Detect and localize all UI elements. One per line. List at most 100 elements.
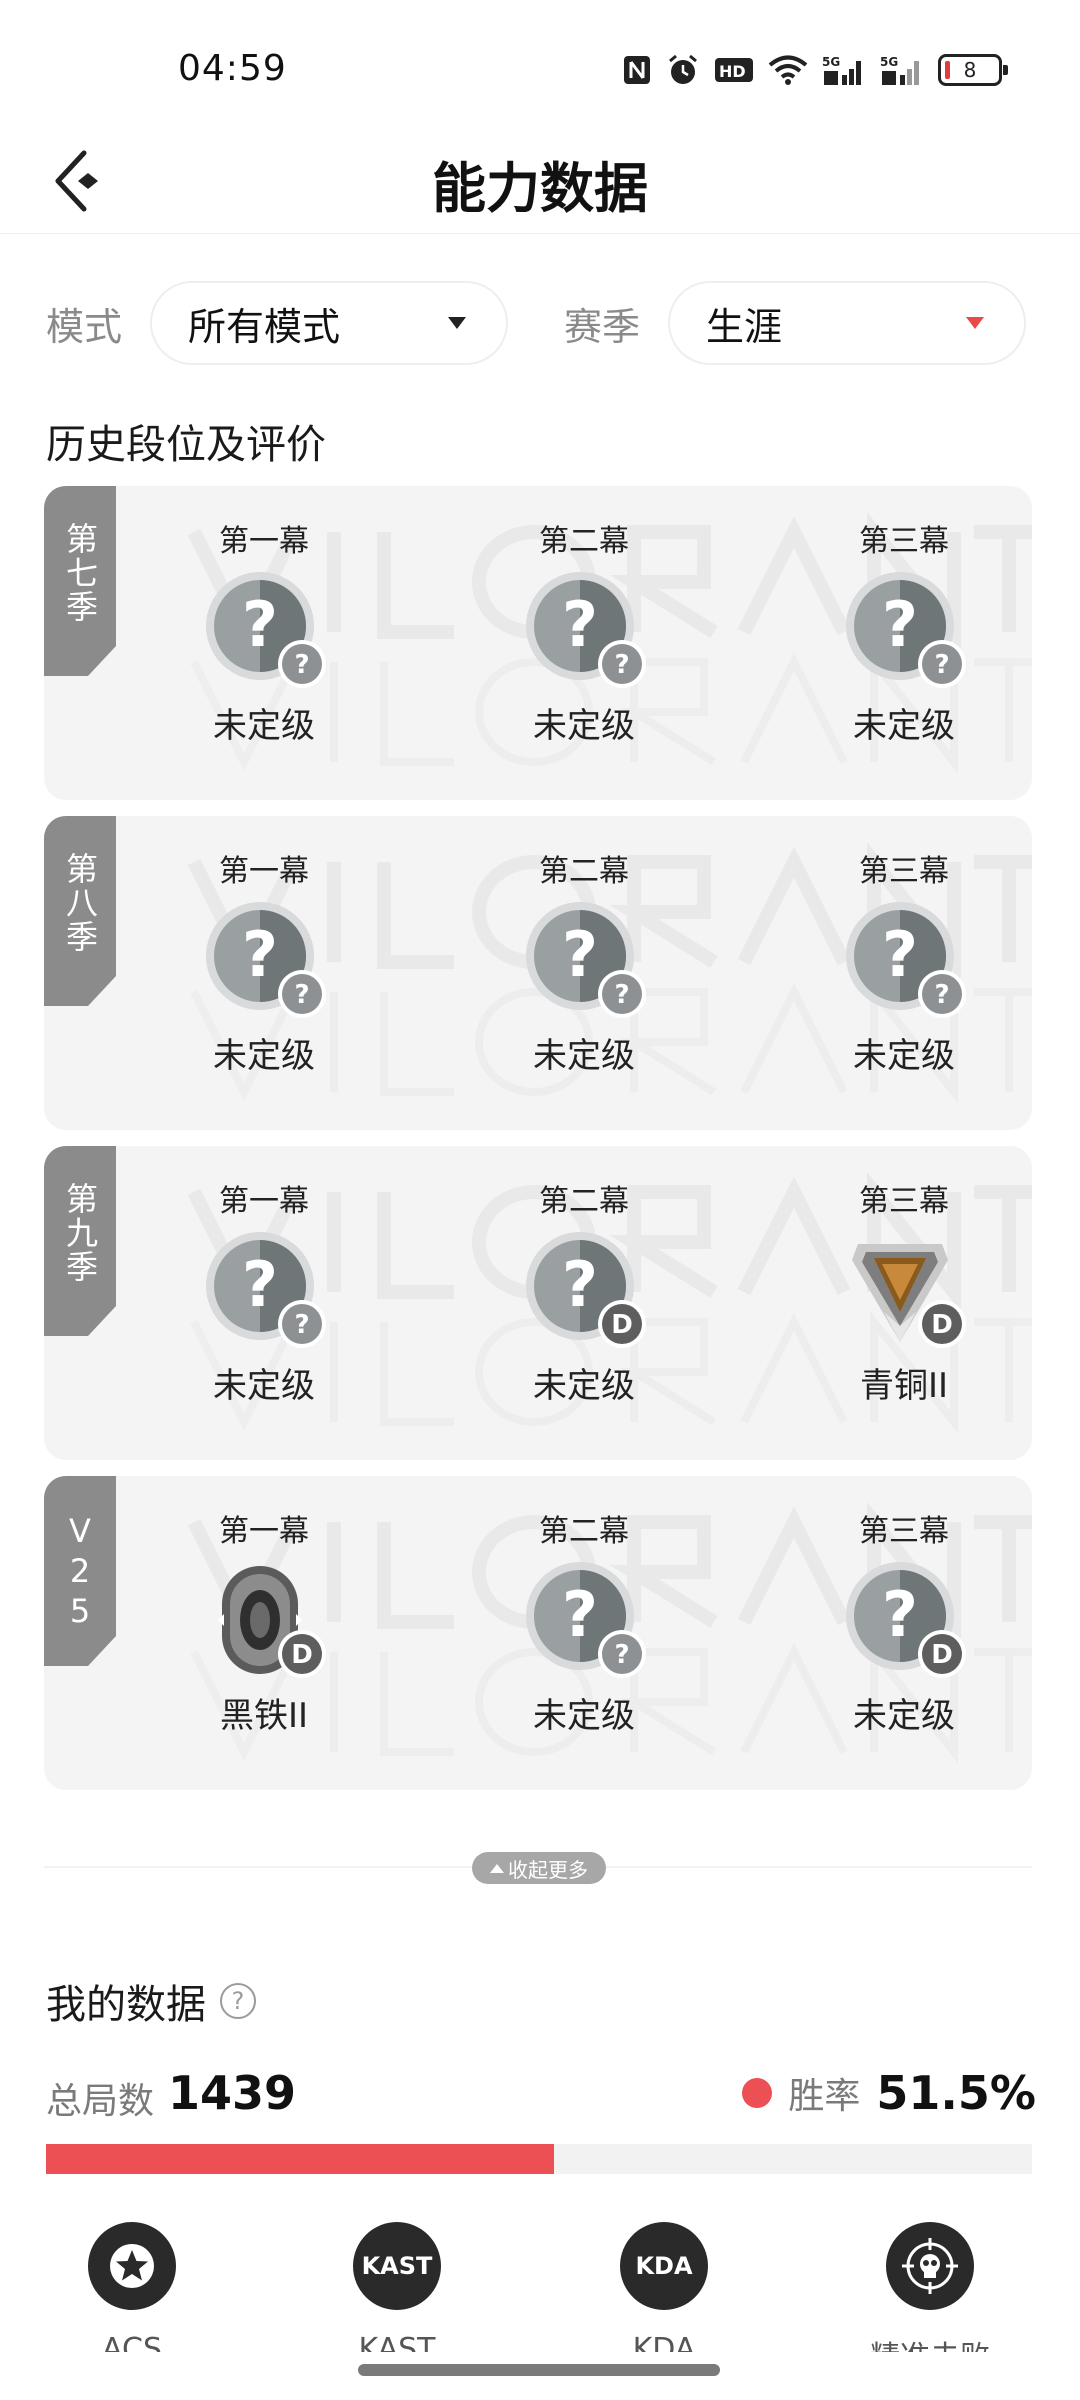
season-name: V25 <box>61 1512 99 1632</box>
total-matches-value: 1439 <box>168 2066 297 2120</box>
winrate-dot <box>742 2078 773 2108</box>
page-title: 能力数据 <box>432 157 648 220</box>
svg-text:?: ? <box>882 918 918 991</box>
collapse-more-button[interactable]: 收起更多 <box>472 1852 606 1884</box>
season-name: 第七季 <box>61 522 99 624</box>
svg-text:?: ? <box>562 1578 598 1651</box>
unranked-rank-icon: ?? <box>204 570 326 690</box>
battery-level: 8 <box>963 58 977 82</box>
act-label: 第一幕 <box>219 1184 309 1219</box>
my-data-title: 我的数据 <box>46 1982 206 2028</box>
status-time: 04:59 <box>178 48 287 89</box>
acs-star-icon[interactable] <box>88 2222 176 2310</box>
help-icon[interactable]: ? <box>220 1983 256 2019</box>
act-list: 第一幕?? 未定级 第二幕?? 未定级 第三幕?? 未定级 <box>164 522 1004 772</box>
svg-text:D: D <box>931 1310 953 1340</box>
kda-icon-text: KDA <box>635 2252 693 2280</box>
mode-select[interactable]: 所有模式 <box>150 281 509 365</box>
season-card: 第七季 第一幕?? 未定级 第二幕?? 未定级 第三幕?? 未定级 <box>44 486 1032 800</box>
act-label: 第三幕 <box>859 524 949 559</box>
grade-unknown-badge-icon: ? <box>916 968 968 1020</box>
season-tab: 第九季 <box>44 1146 116 1336</box>
season-card: 第九季 第一幕?? 未定级 第二幕? D 未定级 第三幕 D 青铜II <box>44 1146 1032 1460</box>
act-label: 第二幕 <box>539 854 629 889</box>
winrate-progress-fill <box>46 2144 554 2174</box>
crosshair-skull-icon[interactable] <box>886 2222 974 2310</box>
act-list: 第一幕 D 黑铁II 第二幕?? 未定级 第三幕? D 未定级 <box>164 1512 1004 1762</box>
app-header: 能力数据 <box>0 130 1080 234</box>
season-tab: 第八季 <box>44 816 116 1006</box>
svg-text:?: ? <box>882 1578 918 1651</box>
svg-text:HD: HD <box>719 62 746 81</box>
grade-unknown-badge-icon: ? <box>596 968 648 1020</box>
kast-icon[interactable]: KAST <box>353 2222 441 2310</box>
season-tab: 第七季 <box>44 486 116 676</box>
winrate-progress-bar <box>46 2144 1032 2174</box>
chevron-down-icon <box>966 317 985 329</box>
svg-text:?: ? <box>882 588 918 661</box>
rank-name: 黑铁II <box>219 1696 309 1736</box>
act-label: 第二幕 <box>539 1184 629 1219</box>
act-label: 第二幕 <box>539 524 629 559</box>
svg-text:?: ? <box>934 650 949 680</box>
svg-text:?: ? <box>294 650 309 680</box>
svg-text:D: D <box>291 1640 313 1670</box>
act-item[interactable]: 第一幕?? 未定级 <box>164 522 364 772</box>
alarm-icon <box>666 53 700 87</box>
unranked-rank-icon: ?? <box>844 900 966 1020</box>
season-name: 第八季 <box>61 852 99 954</box>
wifi-icon <box>768 53 808 87</box>
act-item[interactable]: 第二幕? D 未定级 <box>484 1182 684 1432</box>
chevron-down-icon <box>448 317 467 329</box>
history-title: 历史段位及评价 <box>46 422 326 468</box>
kast-icon-text: KAST <box>361 2252 433 2280</box>
act-item[interactable]: 第三幕? D 未定级 <box>804 1512 1004 1762</box>
act-label: 第三幕 <box>859 1514 949 1549</box>
signal-5g-label: 5G <box>822 55 840 69</box>
season-card: V25 第一幕 D 黑铁II 第二幕?? 未定级 第三幕? D 未定级 <box>44 1476 1032 1790</box>
winrate-label: 胜率 <box>788 2076 861 2117</box>
grade-unknown-badge-icon: ? <box>596 1628 648 1680</box>
act-item[interactable]: 第一幕?? 未定级 <box>164 1182 364 1432</box>
rank-name: 青铜II <box>859 1366 949 1406</box>
grade-unknown-badge-icon: ? <box>276 638 328 690</box>
unranked-rank-icon: ?? <box>524 900 646 1020</box>
hd-icon: HD <box>714 53 754 87</box>
act-item[interactable]: 第三幕 D 青铜II <box>804 1182 1004 1432</box>
signal-5g-label: 5G <box>880 55 898 69</box>
unranked-rank-icon: ?? <box>524 570 646 690</box>
svg-text:D: D <box>931 1640 953 1670</box>
svg-text:?: ? <box>614 980 629 1010</box>
act-item[interactable]: 第二幕?? 未定级 <box>484 1512 684 1762</box>
grade-d-badge-icon: D <box>916 1628 968 1680</box>
act-item[interactable]: 第二幕?? 未定级 <box>484 852 684 1102</box>
act-list: 第一幕?? 未定级 第二幕? D 未定级 第三幕 D 青铜II <box>164 1182 1004 1432</box>
rank-name: 未定级 <box>853 1036 955 1076</box>
unranked-rank-icon: ?? <box>204 900 326 1020</box>
act-item[interactable]: 第三幕?? 未定级 <box>804 852 1004 1102</box>
act-item[interactable]: 第二幕?? 未定级 <box>484 522 684 772</box>
home-indicator[interactable] <box>358 2364 720 2376</box>
act-item[interactable]: 第三幕?? 未定级 <box>804 522 1004 772</box>
rank-name: 未定级 <box>853 706 955 746</box>
act-item[interactable]: 第一幕?? 未定级 <box>164 852 364 1102</box>
kda-icon[interactable]: KDA <box>620 2222 708 2310</box>
status-icons: HD 5G 5G 8 <box>622 50 1008 90</box>
grade-unknown-badge-icon: ? <box>596 638 648 690</box>
svg-text:?: ? <box>934 980 949 1010</box>
act-label: 第三幕 <box>859 854 949 889</box>
my-data-header: 我的数据 ? <box>46 1972 256 2030</box>
svg-text:?: ? <box>242 588 278 661</box>
filter-bar: 模式 所有模式 赛季 生涯 <box>46 280 1036 366</box>
status-bar: 04:59 HD 5G 5G 8 <box>0 0 1080 140</box>
svg-text:?: ? <box>562 1248 598 1321</box>
bronze-rank-icon: D <box>844 1230 966 1350</box>
act-item[interactable]: 第一幕 D 黑铁II <box>164 1512 364 1762</box>
svg-text:?: ? <box>614 1640 629 1670</box>
chevron-up-icon <box>490 1863 504 1873</box>
season-label: 赛季 <box>564 304 641 349</box>
season-select[interactable]: 生涯 <box>668 281 1027 365</box>
rank-name: 未定级 <box>533 706 635 746</box>
act-list: 第一幕?? 未定级 第二幕?? 未定级 第三幕?? 未定级 <box>164 852 1004 1102</box>
svg-text:?: ? <box>242 918 278 991</box>
